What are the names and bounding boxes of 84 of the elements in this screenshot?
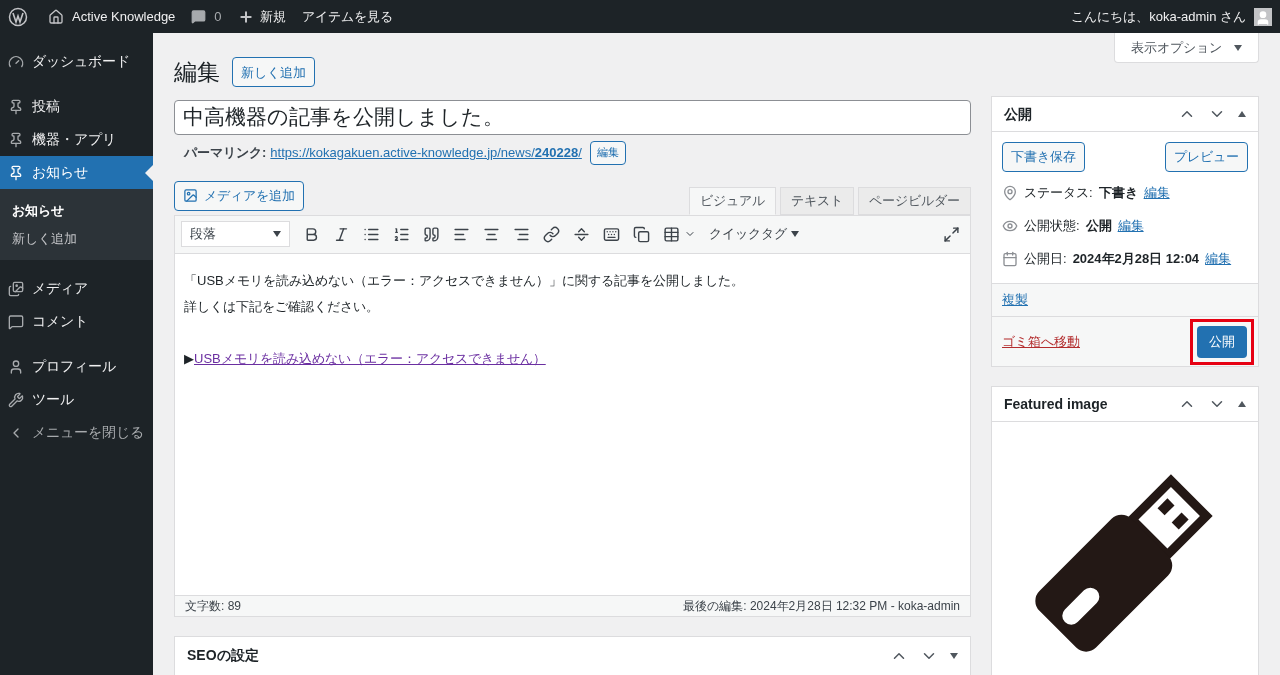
calendar-icon [1002, 250, 1018, 267]
duplicate-link[interactable]: 複製 [1002, 290, 1028, 310]
screen-options-button[interactable]: 表示オプション [1114, 33, 1259, 63]
editor-tab[interactable]: ビジュアル [689, 186, 776, 215]
numbered-list-icon[interactable] [393, 225, 410, 243]
editor-tab[interactable]: テキスト [780, 186, 854, 215]
meta-label: 公開状態: [1024, 216, 1080, 235]
editor-tab[interactable]: ページビルダー [858, 186, 971, 215]
paragraph: 詳しくは下記をご確認ください。 [184, 297, 380, 316]
sidebar-item[interactable]: コメント [0, 305, 153, 338]
panel-title: 公開 [1004, 104, 1032, 124]
plus-icon[interactable] [237, 8, 254, 25]
panel-title: Featured image [1004, 394, 1108, 414]
meta-label: ステータス: [1024, 183, 1093, 202]
dashboard-icon [8, 53, 24, 70]
user-icon [8, 358, 24, 375]
page-heading: 編集 [174, 58, 220, 87]
greeting-link[interactable]: こんにちは、koka-admin さん [1071, 6, 1246, 27]
save-draft-button[interactable]: 下書き保存 [1002, 142, 1085, 172]
seo-panel-title: SEOの設定 [187, 646, 259, 665]
caret-icon [273, 231, 281, 237]
sidebar-item[interactable]: 投稿 [0, 90, 153, 123]
new-link[interactable]: 新規 [259, 6, 286, 27]
meta-value: 下書き [1098, 183, 1138, 202]
edit-link[interactable]: 編集 [1143, 182, 1170, 203]
permalink-label: パーマリンク: [184, 143, 267, 162]
triangle-marker: ▶ [184, 349, 194, 368]
submenu-item[interactable]: 新しく追加 [0, 224, 153, 252]
word-count: 文字数: 89 [185, 597, 241, 615]
sidebar-item[interactable]: プロフィール [0, 350, 153, 383]
meta-value: 公開 [1085, 216, 1112, 235]
media-icon [8, 280, 24, 297]
view-item-link[interactable]: アイテムを見る [301, 6, 393, 27]
caret-icon [791, 231, 799, 237]
quick-tag-button[interactable]: クイックタグ [709, 224, 799, 244]
toggle-arrow-icon[interactable] [950, 652, 958, 659]
keyboard-icon[interactable] [603, 225, 620, 243]
pin-icon [8, 98, 24, 115]
sidebar-item[interactable]: ダッシュボード [0, 45, 153, 78]
paragraph: 「USBメモリを読み込めない（エラー：アクセスできません）」に関する記事を公開しました。 [184, 271, 745, 290]
wordpress-logo-icon[interactable] [8, 6, 28, 27]
sidebar-item[interactable]: お知らせ [0, 156, 153, 189]
preview-button[interactable]: プレビュー [1165, 142, 1248, 172]
quote-icon[interactable] [423, 225, 440, 243]
site-name-link[interactable]: Active Knowledge [72, 6, 176, 27]
pin-icon [1002, 184, 1018, 201]
home-icon[interactable] [48, 8, 64, 25]
meta-label: 公開日: [1024, 249, 1067, 268]
caret-icon [1234, 44, 1242, 51]
toggle-arrow-icon[interactable] [1238, 111, 1246, 117]
submenu-item[interactable]: お知らせ [0, 197, 153, 225]
trash-link[interactable]: ゴミ箱へ移動 [1002, 331, 1080, 352]
media-icon [183, 188, 198, 203]
pin-icon [8, 164, 24, 181]
meta-value: 2024年2月28日 12:04 [1072, 249, 1200, 268]
format-select[interactable]: 段落 [181, 221, 290, 247]
article-link[interactable]: USBメモリを読み込めない（エラー：アクセスできません） [194, 345, 546, 372]
add-media-button[interactable]: メディアを追加 [174, 180, 304, 211]
sidebar-item[interactable]: 機器・アプリ [0, 123, 153, 156]
wrench-icon [8, 391, 24, 408]
permalink-link[interactable]: https://kokagakuen.active-knowledge.jp/news/240228/ [270, 142, 582, 163]
pin-icon [8, 131, 24, 148]
fullscreen-icon[interactable] [943, 225, 960, 243]
copy-icon[interactable] [633, 225, 650, 243]
avatar-icon[interactable] [1254, 7, 1272, 26]
toggle-arrow-icon[interactable] [1238, 401, 1246, 407]
comment-icon [8, 313, 24, 330]
edit-link[interactable]: 編集 [1205, 248, 1232, 269]
publish-button[interactable]: 公開 [1197, 325, 1247, 358]
italic-icon[interactable] [333, 225, 350, 243]
last-edit-info: 最後の編集: 2024年2月28日 12:32 PM - koka-admin [683, 597, 960, 615]
edit-link[interactable]: 編集 [1117, 215, 1144, 236]
comment-count: 0 [214, 7, 222, 26]
current-page-notch [145, 165, 153, 181]
link-icon[interactable] [543, 225, 560, 243]
sidebar-item[interactable]: メニューを閉じる [0, 416, 153, 449]
sidebar-item[interactable]: メディア [0, 272, 153, 305]
comment-icon[interactable] [191, 9, 207, 24]
add-new-button[interactable]: 新しく追加 [232, 57, 315, 88]
table-icon[interactable] [663, 225, 680, 243]
edit-permalink-button[interactable]: 編集 [589, 140, 626, 165]
sidebar-item[interactable]: ツール [0, 383, 153, 416]
title-field[interactable]: 中高機器の記事を公開しました。 [174, 99, 971, 135]
read-more-icon[interactable] [573, 225, 590, 243]
